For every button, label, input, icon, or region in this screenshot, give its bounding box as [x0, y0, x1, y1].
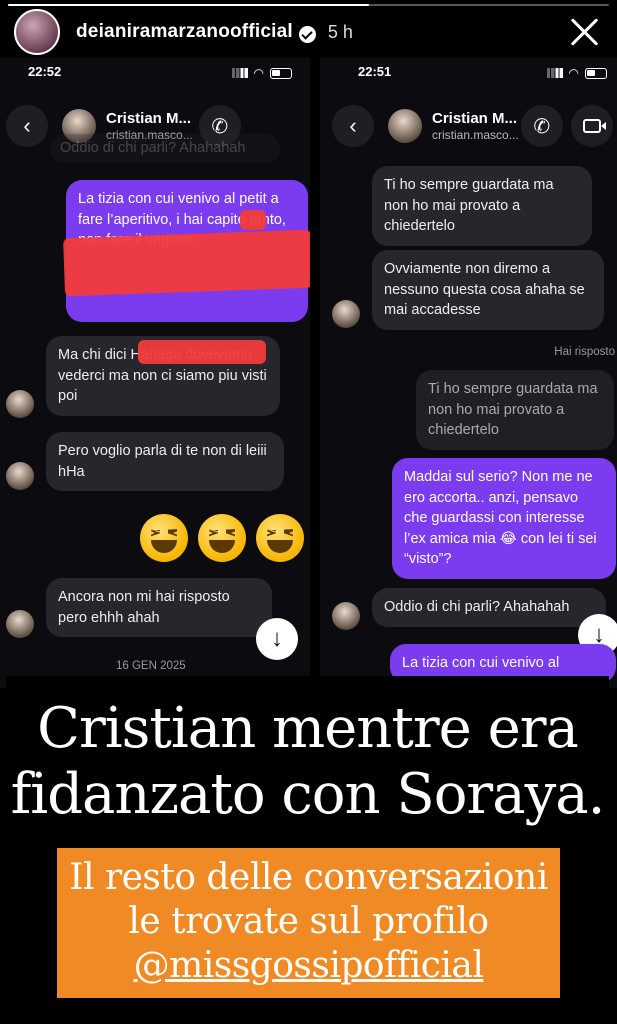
status-icons: ◠ [546, 66, 607, 80]
incoming-message[interactable]: Ovviamente non diremo a nessuno questa c… [372, 250, 604, 330]
story-avatar[interactable] [14, 9, 60, 55]
verified-badge-icon [298, 25, 316, 43]
promo-line-2: le trovate sul profilo [128, 900, 489, 942]
contact-mini-avatar [6, 390, 34, 418]
promo-caption: Il resto delle conversazioni le trovate … [57, 848, 560, 998]
contact-avatar[interactable] [388, 109, 422, 143]
incoming-message[interactable]: Ti ho sempre guardata ma non ho mai prov… [372, 166, 592, 246]
incoming-message[interactable]: Oddio di chi parli? Ahahahah [372, 588, 606, 627]
date-separator: 16 GEN 2025 [116, 660, 186, 672]
redaction-scribble [138, 340, 266, 364]
contact-info[interactable]: Cristian M... cristian.masco... [432, 110, 519, 142]
laughing-emoji-icon [140, 514, 188, 562]
redaction-scribble [63, 229, 310, 297]
wifi-icon: ◠ [253, 66, 264, 80]
promo-line-1: Il resto delle conversazioni [69, 857, 548, 898]
signal-icon [231, 68, 248, 78]
battery-icon [270, 67, 292, 79]
headline-caption: Cristian mentre era fidanzato con Soraya… [6, 676, 609, 848]
contact-mini-avatar [6, 462, 34, 490]
phone-call-icon[interactable]: ✆ [520, 105, 563, 147]
headline-line-2: fidanzato con Soraya. [10, 762, 606, 828]
headline-line-1: Cristian mentre era [37, 696, 579, 761]
laughing-emoji-icon [198, 514, 246, 562]
close-icon[interactable] [567, 14, 603, 50]
mention-link[interactable]: @missgossipofficial [57, 944, 560, 988]
status-clock: 22:51 [358, 64, 392, 79]
incoming-message[interactable]: Ancora non mi hai risposto pero ehhh aha… [46, 578, 272, 638]
contact-mini-avatar [332, 602, 360, 630]
back-icon[interactable]: ‹ [6, 105, 48, 147]
contact-handle: cristian.masco... [432, 127, 519, 142]
wifi-icon: ◠ [568, 66, 579, 80]
contact-name: Cristian M... [432, 109, 518, 127]
chat-header: ‹ Cristian M... cristian.masco... ✆ [320, 100, 617, 152]
story-header: deianiramarzanoofficial 5 h [14, 9, 607, 55]
story-username[interactable]: deianiramarzanoofficial [76, 21, 293, 43]
right-chat-screenshot: 22:51 ◠ ‹ Cristian M... cristian.masco..… [320, 58, 617, 688]
replied-label: Hai risposto [554, 346, 615, 358]
video-call-icon[interactable] [570, 105, 613, 147]
contact-name: Cristian M... [106, 109, 192, 127]
outgoing-message[interactable]: Maddai sul serio? Non me ne ero accorta.… [392, 458, 616, 579]
story-time: 5 h [327, 21, 353, 42]
battery-icon [585, 67, 607, 79]
laughing-emoji-icon [256, 514, 304, 562]
contact-mini-avatar [332, 300, 360, 328]
contact-mini-avatar [6, 610, 34, 638]
incoming-message[interactable]: Pero voglio parla di te non di leiii hHa [46, 432, 284, 492]
redaction-scribble [240, 210, 266, 230]
quoted-message: Ti ho sempre guardata ma non ho mai prov… [416, 370, 614, 450]
left-chat-screenshot: 22:52 ◠ ‹ Cristian M... cristian.masco..… [0, 58, 310, 688]
scroll-down-icon[interactable]: ↓ [256, 618, 298, 660]
story-progress-bar [8, 4, 609, 6]
signal-icon [546, 68, 563, 78]
back-icon[interactable]: ‹ [332, 105, 374, 147]
status-clock: 22:52 [28, 64, 62, 79]
faded-message: Oddio di chi parli? Ahahahah [50, 134, 280, 163]
status-icons: ◠ [231, 66, 292, 80]
